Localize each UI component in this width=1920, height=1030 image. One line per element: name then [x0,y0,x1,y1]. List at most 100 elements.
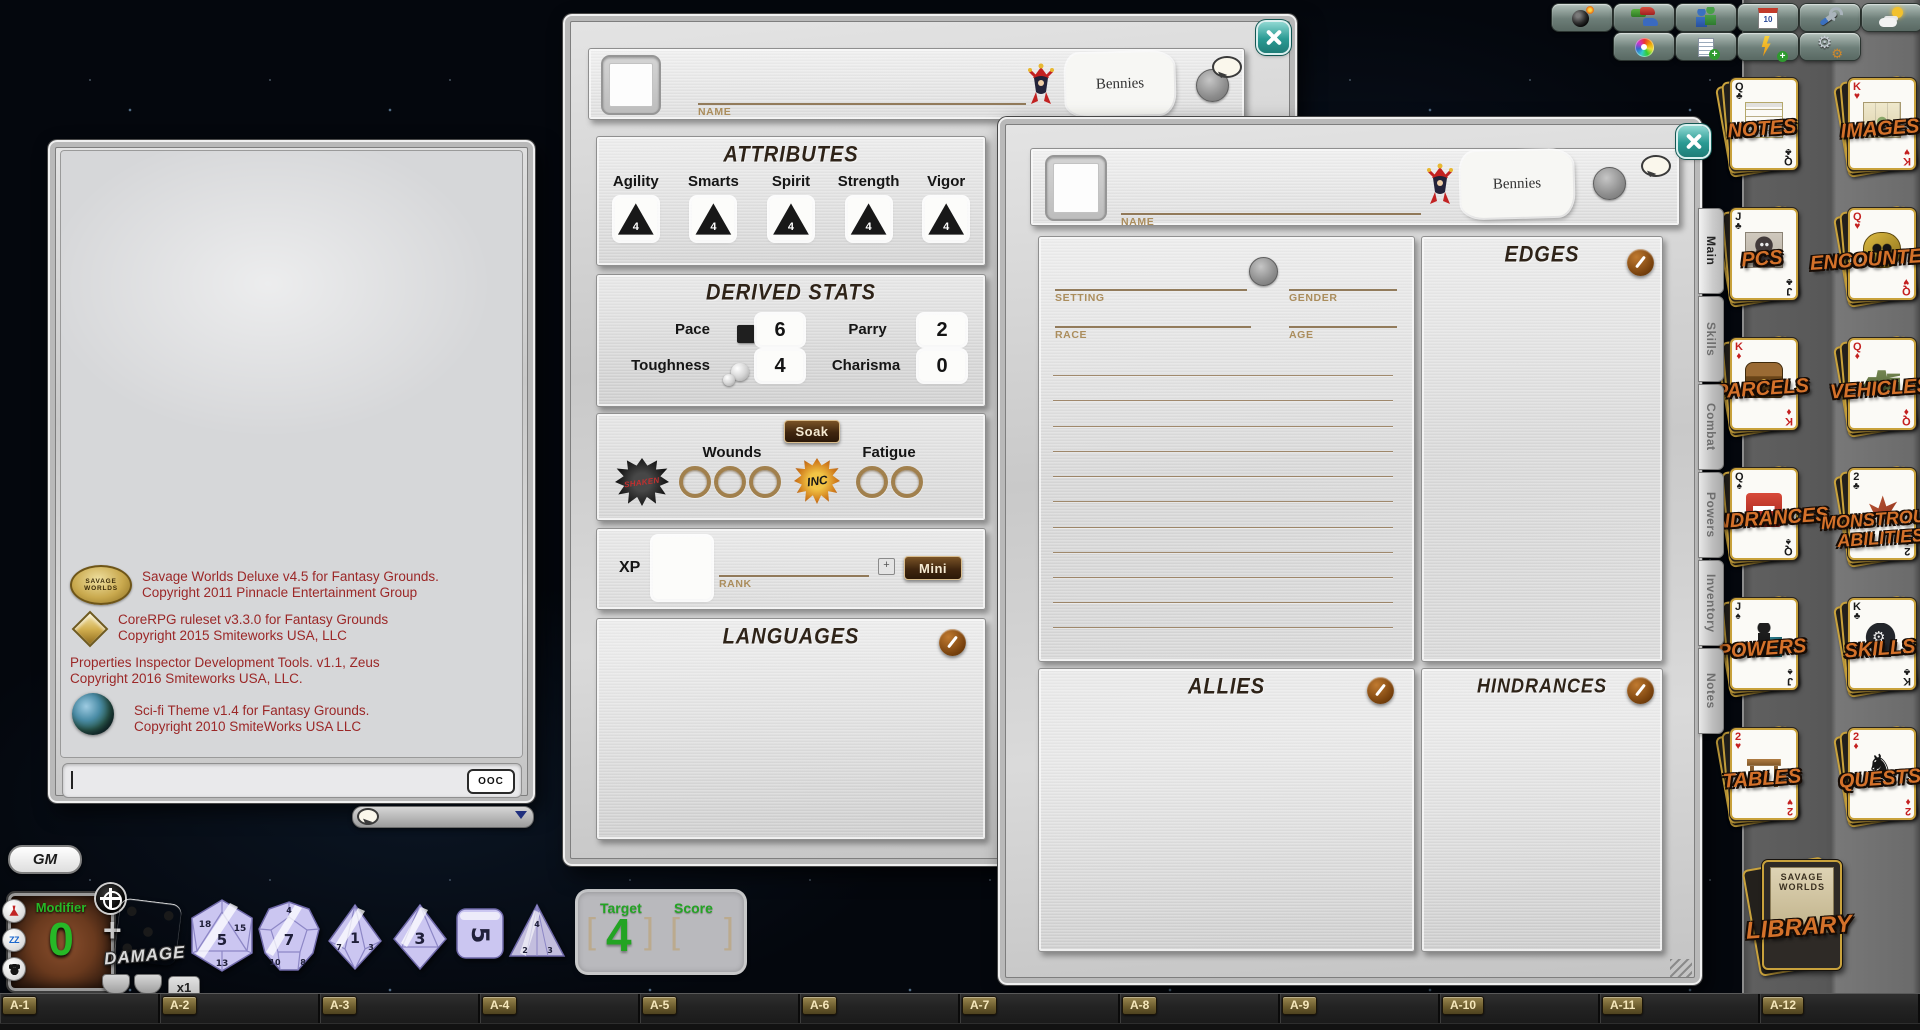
hotkey-slot[interactable]: A-11 [1600,994,1760,1023]
sidebar-item-skills[interactable]: K♣ K♣ Skills [1844,598,1916,690]
svg-text:5: 5 [466,927,494,944]
pace-token-icon[interactable] [737,325,755,343]
wound-checkbox[interactable] [749,466,781,498]
toolbar-notes-add-button[interactable] [1676,33,1736,60]
dropdown-arrow-icon[interactable] [515,811,527,825]
health-potion-icon[interactable] [2,899,26,923]
toughness-value[interactable]: 4 [757,351,803,381]
tab-powers[interactable]: Powers [1698,472,1724,558]
sidebar-item-images[interactable]: K♥ K♥ Images [1844,78,1916,170]
charisma-value[interactable]: 0 [919,351,965,381]
character-sheet-window-2[interactable]: Main Skills Combat Powers Inventory Note… [998,117,1702,985]
target-score-box[interactable]: Target Score [ 4 ] [ ] [578,892,744,972]
toolbar-calendar-button[interactable] [1738,4,1798,31]
d6-die[interactable]: 5 [455,907,505,961]
hotkey-slot[interactable]: A-8 [1120,994,1280,1023]
sidebar-item-parcels[interactable]: K♦ K♦ Parcels [1726,338,1798,430]
hotkey-slot[interactable]: A-1 [0,994,160,1023]
hotkey-slot[interactable]: A-4 [480,994,640,1023]
toolbar-characters-button[interactable] [1676,4,1736,31]
parry-value[interactable]: 2 [919,315,965,345]
portrait-slot[interactable] [601,55,661,115]
bennies-counter[interactable]: Bennies [1460,150,1574,219]
gm-identity-pill[interactable]: GM [8,845,82,874]
d12-die[interactable]: 7 4 10 8 [258,900,320,972]
hotkey-slot[interactable]: A-7 [960,994,1120,1023]
hotkey-slot[interactable]: A-10 [1440,994,1600,1023]
soak-button[interactable]: Soak [784,420,840,443]
d20-die[interactable]: 5 18 15 13 [190,898,254,973]
attribute-die-slot[interactable]: 4 [925,198,967,240]
portrait-slot[interactable] [1045,155,1107,221]
toolbar-settings-button[interactable] [1800,33,1860,60]
sidebar-item-tables[interactable]: 2♥ 2♥ Tables [1726,728,1798,820]
d10-die[interactable]: 1 7 3 [327,903,383,971]
speech-bubble-icon[interactable] [1641,155,1671,177]
sidebar-item-library[interactable]: SAVAGEWORLDS Library [1756,860,1842,972]
edit-hindrances-button[interactable] [1627,677,1654,704]
d8-die[interactable]: 3 [392,903,448,971]
tab-inventory[interactable]: Inventory [1698,560,1724,646]
hotkey-slot[interactable]: A-9 [1280,994,1440,1023]
hotkey-slot[interactable]: A-12 [1760,994,1920,1023]
toolbar-bomb-button[interactable] [1552,4,1612,31]
chat-log[interactable]: SAVAGEWORLDS Savage Worlds Deluxe v4.5 f… [60,150,523,758]
hotkey-slot[interactable]: A-3 [320,994,480,1023]
token-slot[interactable] [1593,167,1626,200]
sidebar-item-notes[interactable]: Q♣ Q♣ Notes [1726,78,1798,170]
sidebar-item-pcs[interactable]: J♣ J♣ PCs [1726,208,1798,300]
attribute-die-slot[interactable]: 4 [615,198,657,240]
edit-allies-button[interactable] [1367,677,1394,704]
bennies-counter[interactable]: Bennies [1065,52,1175,117]
hotkey-slot[interactable]: A-6 [800,994,960,1023]
die-group-tab[interactable] [102,974,130,994]
wound-checkbox[interactable] [679,466,711,498]
toolbar-effects-button[interactable] [1738,33,1798,60]
toolbar-weather-button[interactable] [1862,4,1920,31]
d4-die[interactable]: 4 2 3 [508,901,566,961]
sidebar-item-encounters[interactable]: Q♥ Q♥ Encounters [1844,208,1916,300]
resize-handle[interactable] [1670,959,1692,977]
chat-window[interactable]: SAVAGEWORLDS Savage Worlds Deluxe v4.5 f… [48,140,535,803]
mini-sheet-button[interactable]: Mini [904,556,962,580]
toolbar-vehicles-button[interactable] [1614,4,1674,31]
sleep-icon[interactable]: ZZ [2,928,26,952]
fatigue-checkbox[interactable] [856,466,888,498]
xp-value-box[interactable] [653,537,711,599]
toolbar-tools-button[interactable] [1800,4,1860,31]
tab-combat[interactable]: Combat [1698,384,1724,470]
sidebar-item-vehicles[interactable]: Q♦ Q♦ Vehicles [1844,338,1916,430]
incapacitated-icon[interactable]: Inc [794,458,840,504]
close-icon[interactable] [1678,126,1709,157]
setting-token[interactable] [1249,257,1278,286]
sidebar-item-quests[interactable]: 2♦ 2♦ Quests [1844,728,1916,820]
hotkey-slot[interactable]: A-2 [160,994,320,1023]
tab-main[interactable]: Main [1698,208,1724,294]
edit-languages-button[interactable] [939,629,966,656]
beast-icon[interactable] [2,957,26,981]
tab-skills[interactable]: Skills [1698,296,1724,382]
add-rank-button[interactable]: + [878,558,895,575]
speech-bubble-icon[interactable] [1212,56,1242,78]
toolbar-colors-button[interactable] [1614,33,1674,60]
pace-value[interactable]: 6 [757,315,803,345]
chat-input[interactable]: OOC [62,763,522,798]
edit-edges-button[interactable] [1627,249,1654,276]
wound-checkbox[interactable] [714,466,746,498]
die-group-tab[interactable] [134,974,162,994]
fatigue-checkbox[interactable] [891,466,923,498]
close-icon[interactable] [1258,22,1289,53]
sidebar-item-hindrances[interactable]: Q♠ Q♠ Hindrances [1726,468,1798,560]
attribute-die-slot[interactable]: 4 [692,198,734,240]
toughness-token-icon[interactable] [723,374,735,386]
race-underline [1055,326,1251,328]
tab-notes[interactable]: Notes [1698,648,1724,734]
sidebar-item-monstrous-abilities[interactable]: 2♣ 2♣ Monstrous Abilities [1844,468,1916,560]
attribute-die-slot[interactable]: 4 [848,198,890,240]
chat-mode-slider[interactable] [352,806,534,828]
hotkey-slot[interactable]: A-5 [640,994,800,1023]
shaken-icon[interactable]: Shaken [615,458,669,506]
attribute-die-slot[interactable]: 4 [770,198,812,240]
sidebar-item-powers[interactable]: J♠ J♠ Powers [1726,598,1798,690]
ooc-button[interactable]: OOC [467,769,515,794]
